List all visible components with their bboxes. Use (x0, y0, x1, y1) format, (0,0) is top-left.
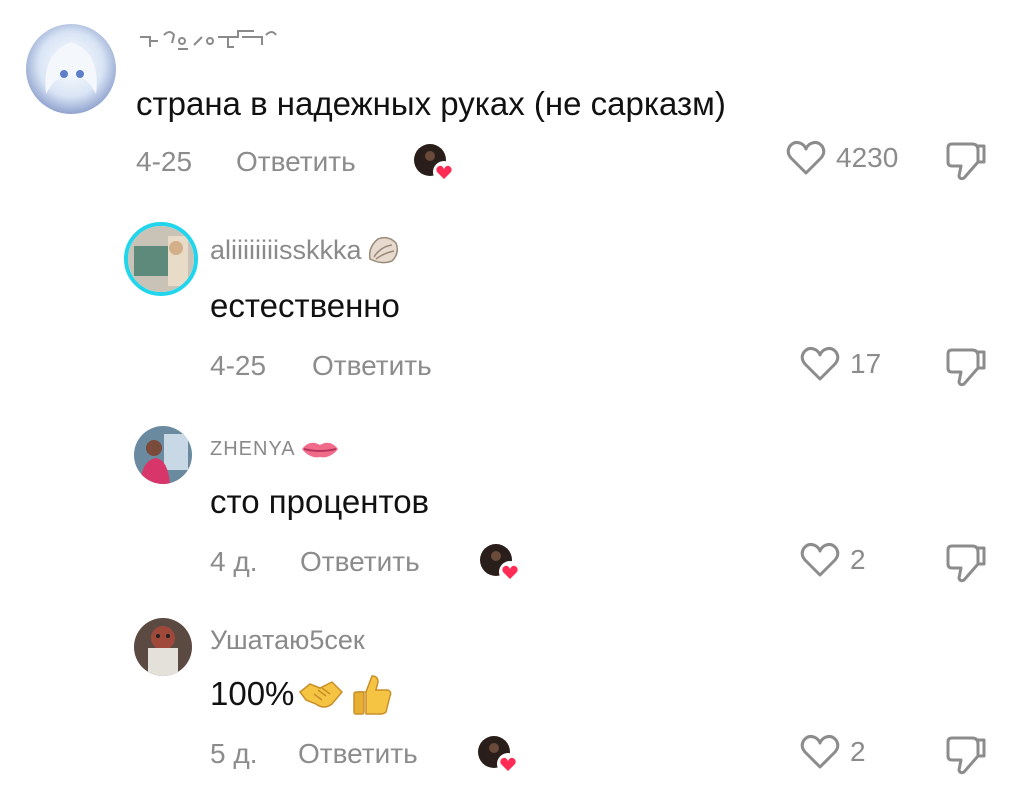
decorative-symbols-icon (140, 30, 277, 50)
thumbs-down-icon (946, 142, 986, 181)
heart-icon (800, 542, 840, 577)
comment-text: естественно (210, 287, 400, 324)
creator-liked-badge (478, 542, 521, 583)
reply-button[interactable]: Ответить (236, 146, 356, 178)
dislike-button[interactable] (944, 542, 988, 589)
creator-liked-badge (412, 142, 455, 183)
comment-text: сто процентов (210, 483, 430, 520)
username[interactable]: aliiiiiiiisskkka (210, 230, 400, 270)
comment-text: 100% (210, 672, 394, 716)
comment-date: 5 д. (210, 738, 258, 769)
dislike-button[interactable] (944, 140, 988, 187)
like-button[interactable]: 4230 (786, 140, 898, 176)
thumbs-down-icon (946, 736, 986, 775)
thumbs-down-icon (946, 544, 986, 583)
like-count: 2 (850, 544, 866, 575)
like-button[interactable]: 17 (800, 346, 881, 382)
like-button[interactable]: 2 (800, 542, 866, 578)
thumbs-down-icon (946, 348, 986, 387)
dislike-button[interactable] (944, 346, 988, 393)
heart-icon (800, 734, 840, 769)
username-decorative[interactable] (136, 20, 286, 60)
avatar[interactable] (26, 24, 116, 114)
like-button[interactable]: 2 (800, 734, 866, 770)
heart-icon (786, 140, 826, 175)
creator-liked-badge (476, 734, 519, 775)
handshake-emoji-icon (299, 681, 344, 708)
avatar[interactable] (134, 426, 192, 484)
avatar[interactable] (124, 222, 198, 296)
dislike-button[interactable] (944, 734, 988, 781)
like-count: 2 (850, 736, 866, 767)
comment-text: страна в надежных руках (не сарказм) (136, 85, 726, 122)
lips-emoji-icon (301, 442, 338, 458)
reply-button[interactable]: Ответить (298, 738, 418, 770)
heart-icon (800, 346, 840, 381)
comment-date: 4-25 (136, 146, 193, 177)
reply-button[interactable]: Ответить (300, 546, 420, 578)
comment-date: 4 д. (210, 546, 258, 577)
like-count: 17 (850, 348, 882, 379)
avatar[interactable] (134, 618, 192, 676)
comment-date: 4-25 (210, 350, 267, 381)
thumbs-up-emoji-icon (353, 675, 392, 715)
username[interactable]: Ушатаю5сек (210, 620, 365, 660)
username[interactable]: ZHENYA (210, 432, 340, 466)
reply-button[interactable]: Ответить (312, 350, 432, 382)
shell-emoji-icon (368, 236, 398, 264)
like-count: 4230 (836, 142, 899, 173)
